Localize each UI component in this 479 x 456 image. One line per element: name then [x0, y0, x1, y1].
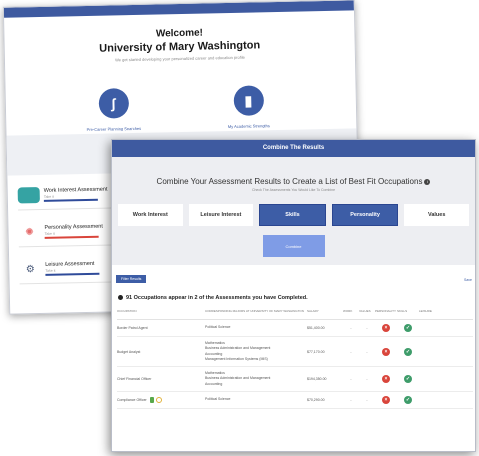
- personality-cell: ×: [375, 336, 397, 367]
- personality-cell: ×: [375, 366, 397, 392]
- head-icon: [17, 186, 40, 204]
- col-personality: PERSONALITY: [375, 309, 397, 320]
- combine-heading: Combine Your Assessment Results to Creat…: [112, 177, 475, 186]
- check-mark-icon: ✓: [404, 374, 412, 383]
- book-icon: ▮: [233, 85, 264, 116]
- occupation-link[interactable]: Budget Analyst: [117, 336, 205, 367]
- count-text: 91 Occupations appear in 2 of the Assess…: [126, 295, 308, 301]
- table-row[interactable]: Compliance Officer Political Science $70…: [117, 391, 473, 409]
- tab-leisure-interest[interactable]: Leisure Interest: [188, 204, 254, 226]
- skills-cell: ✓: [397, 391, 419, 409]
- occupation-count: 91 Occupations appear in 2 of the Assess…: [112, 287, 475, 301]
- assessment-tabs: Work Interest Leisure Interest Skills Pe…: [112, 204, 475, 226]
- card-label: Pre-Career Planning Searches: [86, 125, 142, 132]
- leisure-cell: [419, 319, 473, 337]
- info-icon[interactable]: i: [424, 178, 431, 185]
- major-link[interactable]: Accounting: [205, 382, 307, 387]
- leisure-cell: [419, 366, 473, 392]
- majors-cell: Mathematics Business Administration and …: [205, 336, 307, 367]
- assessment-sub: Take it: [43, 194, 54, 199]
- work-cell: -: [343, 336, 359, 367]
- skills-cell: ✓: [397, 319, 419, 337]
- occupation-link[interactable]: Chief Financial Officer: [117, 366, 205, 392]
- occupation-label: Compliance Officer: [117, 397, 147, 402]
- major-link[interactable]: Political Science: [205, 325, 307, 330]
- x-mark-icon: ×: [382, 347, 390, 356]
- tab-personality[interactable]: Personality: [331, 204, 399, 226]
- leisure-cell: [419, 336, 473, 367]
- major-link[interactable]: Political Science: [205, 397, 307, 402]
- occupation-link[interactable]: Border Patrol Agent: [117, 319, 205, 337]
- col-skills: SKILLS: [397, 309, 419, 320]
- salary-cell: $70,290.00: [307, 391, 343, 409]
- table-row[interactable]: Budget Analyst Mathematics Business Admi…: [117, 336, 473, 367]
- list-item-personality[interactable]: ✺ Personality Assessment Take it: [18, 222, 119, 248]
- tab-values[interactable]: Values: [404, 204, 469, 226]
- assessment-list: Work Interest Assessment Take it ✺ Perso…: [17, 185, 120, 298]
- list-item-leisure[interactable]: ⚙ Leisure Assessment Take it: [19, 259, 120, 285]
- window-title: Combine The Results: [112, 140, 475, 157]
- check-mark-icon: ✓: [404, 347, 412, 356]
- occupation-table: OCCUPATION CORRESPONDING MAJORS AT UNIVE…: [117, 309, 473, 409]
- personality-cell: ×: [375, 391, 397, 409]
- salary-cell: $51,400.00: [307, 319, 343, 337]
- x-mark-icon: ×: [382, 374, 390, 383]
- majors-cell: Mathematics Business Administration and …: [205, 366, 307, 392]
- occupation-link[interactable]: Compliance Officer: [117, 391, 205, 409]
- combine-results-window: Combine The Results Combine Your Assessm…: [111, 139, 476, 452]
- card-label: My Academic Strengths: [227, 123, 270, 130]
- sun-icon: [155, 396, 162, 403]
- major-link[interactable]: Management Information Systems (MIS): [205, 357, 307, 362]
- progress-underline: [44, 235, 99, 239]
- values-cell: -: [359, 319, 375, 337]
- bullet-icon: [118, 295, 123, 301]
- x-mark-icon: ×: [382, 324, 390, 332]
- filter-row: Filter Results Save: [112, 275, 475, 287]
- skills-cell: ✓: [397, 336, 419, 367]
- save-link[interactable]: Save: [464, 278, 472, 282]
- leisure-cell: [419, 391, 473, 409]
- table-header-row: OCCUPATION CORRESPONDING MAJORS AT UNIVE…: [117, 309, 473, 320]
- bottle-icon: [149, 396, 154, 403]
- majors-cell: Political Science: [205, 391, 307, 409]
- work-cell: -: [343, 319, 359, 337]
- values-cell: -: [359, 366, 375, 392]
- figure-icon: ʃ: [98, 88, 129, 119]
- col-work: WORK: [343, 309, 359, 320]
- majors-cell: Political Science: [205, 319, 307, 337]
- col-majors: CORRESPONDING MAJORS AT UNIVERSITY OF MA…: [205, 309, 307, 320]
- brain-icon: ✺: [18, 223, 41, 241]
- check-mark-icon: ✓: [404, 395, 412, 404]
- tab-skills[interactable]: Skills: [259, 204, 326, 226]
- bicycle-icon: ⚙: [19, 260, 42, 278]
- skills-cell: ✓: [397, 366, 419, 392]
- combine-button[interactable]: Combine: [262, 235, 325, 257]
- x-mark-icon: ×: [382, 395, 390, 404]
- combine-panel: Combine Your Assessment Results to Creat…: [112, 157, 475, 265]
- salary-cell: $194,350.00: [307, 366, 343, 392]
- check-mark-icon: ✓: [404, 324, 412, 332]
- screenshot-stage: Welcome! University of Mary Washington W…: [0, 0, 479, 456]
- work-cell: -: [343, 391, 359, 409]
- progress-underline: [45, 272, 100, 276]
- col-leisure: LEISURE: [419, 309, 473, 320]
- top-bar: [3, 0, 354, 18]
- table-row[interactable]: Chief Financial Officer Mathematics Busi…: [117, 366, 473, 392]
- salary-cell: $77,170.00: [307, 336, 343, 367]
- heading-text: Combine Your Assessment Results to Creat…: [156, 177, 423, 186]
- work-cell: -: [343, 366, 359, 392]
- progress-underline: [43, 198, 98, 202]
- tab-work-interest[interactable]: Work Interest: [118, 204, 183, 226]
- col-salary[interactable]: SALARY: [307, 309, 343, 320]
- values-cell: -: [359, 391, 375, 409]
- col-values: VALUES: [359, 309, 375, 320]
- filter-results-button[interactable]: Filter Results: [116, 275, 147, 283]
- table-row[interactable]: Border Patrol Agent Political Science $5…: [117, 319, 473, 337]
- combine-subheading: Check The Assessments You Would Like To …: [251, 188, 336, 192]
- values-cell: -: [359, 336, 375, 367]
- personality-cell: ×: [375, 319, 397, 337]
- col-occupation[interactable]: OCCUPATION: [117, 309, 205, 320]
- list-item-work-interest[interactable]: Work Interest Assessment Take it: [17, 185, 119, 211]
